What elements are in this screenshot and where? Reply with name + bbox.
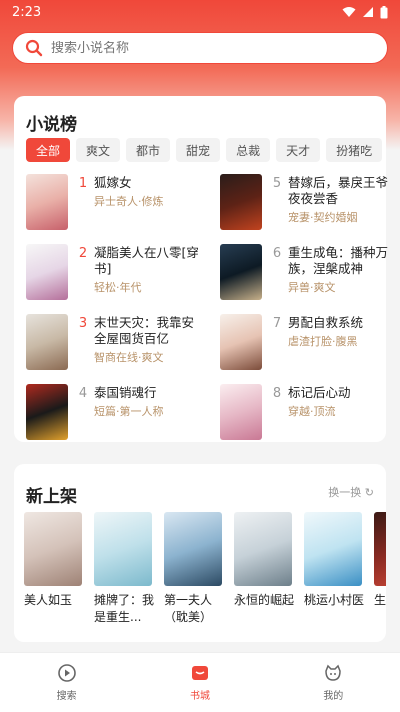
book-name: 男配自救系统 — [288, 315, 364, 330]
book-name: 凝脂美人在八零[穿书] — [94, 245, 199, 276]
book-cover — [234, 512, 292, 586]
rank-number: 6 — [272, 246, 282, 261]
refresh-button[interactable]: 换一换 ↻ — [328, 484, 374, 500]
new-book-item[interactable]: 永恒的崛起 — [234, 512, 294, 609]
book-cover — [220, 174, 262, 230]
new-shelf-card: 新上架 换一换 ↻ 美人如玉 摊牌了：我是重生... 第一夫人（耽美） 永恒的崛… — [14, 464, 386, 642]
book-name: 重生成龟：播种万族，涅槃成神 — [288, 245, 389, 276]
rank-item[interactable]: 2 凝脂美人在八零[穿书] 轻松·年代 — [26, 244, 206, 302]
book-name: 狐嫁女 — [94, 175, 132, 190]
new-book-item[interactable]: 美人如玉 — [24, 512, 84, 609]
rank-item[interactable]: 7 男配自救系统 虐渣打脸·腹黑 — [220, 314, 400, 372]
nav-label: 我的 — [323, 691, 344, 702]
new-book-item[interactable]: 桃运小村医 — [304, 512, 364, 609]
book-cover — [304, 512, 362, 586]
book-tags: 智商在线·爽文 — [94, 351, 164, 364]
profile-icon — [325, 664, 342, 681]
book-name: 替嫁后，暴戾王爷夜夜尝香 — [288, 175, 389, 206]
book-cover — [94, 512, 152, 586]
rank-item[interactable]: 1 狐嫁女 异士奇人·修炼 — [26, 174, 206, 232]
nav-label: 搜索 — [56, 691, 77, 702]
book-title: 摊牌了：我是重生... — [94, 593, 155, 624]
search-nav-icon — [57, 664, 76, 682]
wifi-icon — [342, 7, 356, 17]
rank-card: 小说榜 全部 爽文 都市 甜宠 总裁 天才 扮猪吃 1 狐嫁女 异士奇人·修炼 … — [14, 96, 388, 442]
book-cover — [374, 512, 386, 586]
bottom-nav: 搜索 书城 我的 — [0, 652, 400, 712]
tab-tianchong[interactable]: 甜宠 — [176, 138, 221, 162]
nav-bookstore[interactable]: 书城 — [160, 663, 240, 702]
new-book-item[interactable]: 摊牌了：我是重生... — [94, 512, 154, 626]
refresh-icon: ↻ — [364, 486, 374, 499]
rank-number: 7 — [272, 316, 282, 331]
book-cover — [220, 314, 262, 370]
search-icon — [25, 39, 43, 57]
book-cover — [26, 244, 68, 300]
book-tags: 异兽·爽文 — [288, 281, 336, 294]
tab-all[interactable]: 全部 — [26, 138, 71, 162]
rank-tabs: 全部 爽文 都市 甜宠 总裁 天才 扮猪吃 — [26, 138, 386, 162]
tab-dushi[interactable]: 都市 — [126, 138, 171, 162]
signal-icon — [363, 7, 373, 17]
rank-number: 5 — [272, 176, 282, 191]
refresh-label: 换一换 — [328, 486, 362, 499]
new-book-item[interactable]: 生 — [374, 512, 386, 609]
book-tags: 虐渣打脸·腹黑 — [288, 335, 358, 348]
book-tags: 轻松·年代 — [94, 281, 142, 294]
rank-number: 8 — [272, 386, 282, 401]
book-tags: 宠妻·契约婚姻 — [288, 211, 358, 224]
book-cover — [220, 384, 262, 440]
book-tags: 穿越·顶流 — [288, 405, 336, 418]
search-bar[interactable] — [12, 32, 388, 64]
rank-item[interactable]: 5 替嫁后，暴戾王爷夜夜尝香 宠妻·契约婚姻 — [220, 174, 400, 232]
book-tags: 短篇·第一人称 — [94, 405, 164, 418]
book-cover — [26, 174, 68, 230]
book-cover — [26, 384, 68, 440]
new-book-item[interactable]: 第一夫人（耽美） — [164, 512, 224, 626]
book-title: 美人如玉 — [24, 593, 73, 607]
rank-item[interactable]: 8 标记后心动 穿越·顶流 — [220, 384, 400, 442]
rank-number: 4 — [78, 386, 88, 401]
battery-icon — [380, 5, 388, 18]
book-cover — [26, 314, 68, 370]
book-cover — [220, 244, 262, 300]
book-tags: 异士奇人·修炼 — [94, 195, 164, 208]
rank-item[interactable]: 3 末世天灾：我靠安全屋囤货百亿 智商在线·爽文 — [26, 314, 206, 372]
new-shelf-list: 美人如玉 摊牌了：我是重生... 第一夫人（耽美） 永恒的崛起 桃运小村医 生 — [24, 512, 386, 632]
rank-number: 1 — [78, 176, 88, 191]
book-title: 桃运小村医 — [304, 593, 365, 607]
status-bar: 2:23 — [0, 0, 400, 24]
book-title: 永恒的崛起 — [234, 593, 295, 607]
tab-zongcai[interactable]: 总裁 — [226, 138, 271, 162]
rank-item[interactable]: 6 重生成龟：播种万族，涅槃成神 异兽·爽文 — [220, 244, 400, 302]
tab-banzhuchi[interactable]: 扮猪吃 — [326, 138, 383, 162]
rank-number: 3 — [78, 316, 88, 331]
book-title: 第一夫人（耽美） — [164, 593, 213, 624]
book-name: 标记后心动 — [288, 385, 351, 400]
book-name: 末世天灾：我靠安全屋囤货百亿 — [94, 315, 195, 346]
new-shelf-title: 新上架 — [26, 487, 77, 507]
book-cover — [24, 512, 82, 586]
book-cover — [164, 512, 222, 586]
rank-item[interactable]: 4 泰国销魂行 短篇·第一人称 — [26, 384, 206, 442]
tab-shuangwen[interactable]: 爽文 — [76, 138, 121, 162]
nav-search[interactable]: 搜索 — [27, 663, 107, 702]
status-time: 2:23 — [12, 4, 42, 20]
nav-profile[interactable]: 我的 — [293, 663, 373, 702]
book-title: 生 — [374, 593, 386, 607]
search-input[interactable] — [51, 40, 351, 56]
rank-number: 2 — [78, 246, 88, 261]
rank-title: 小说榜 — [26, 115, 77, 135]
nav-label: 书城 — [189, 691, 210, 702]
tab-tiancai[interactable]: 天才 — [276, 138, 321, 162]
bookstore-icon — [191, 666, 208, 680]
book-name: 泰国销魂行 — [94, 385, 157, 400]
